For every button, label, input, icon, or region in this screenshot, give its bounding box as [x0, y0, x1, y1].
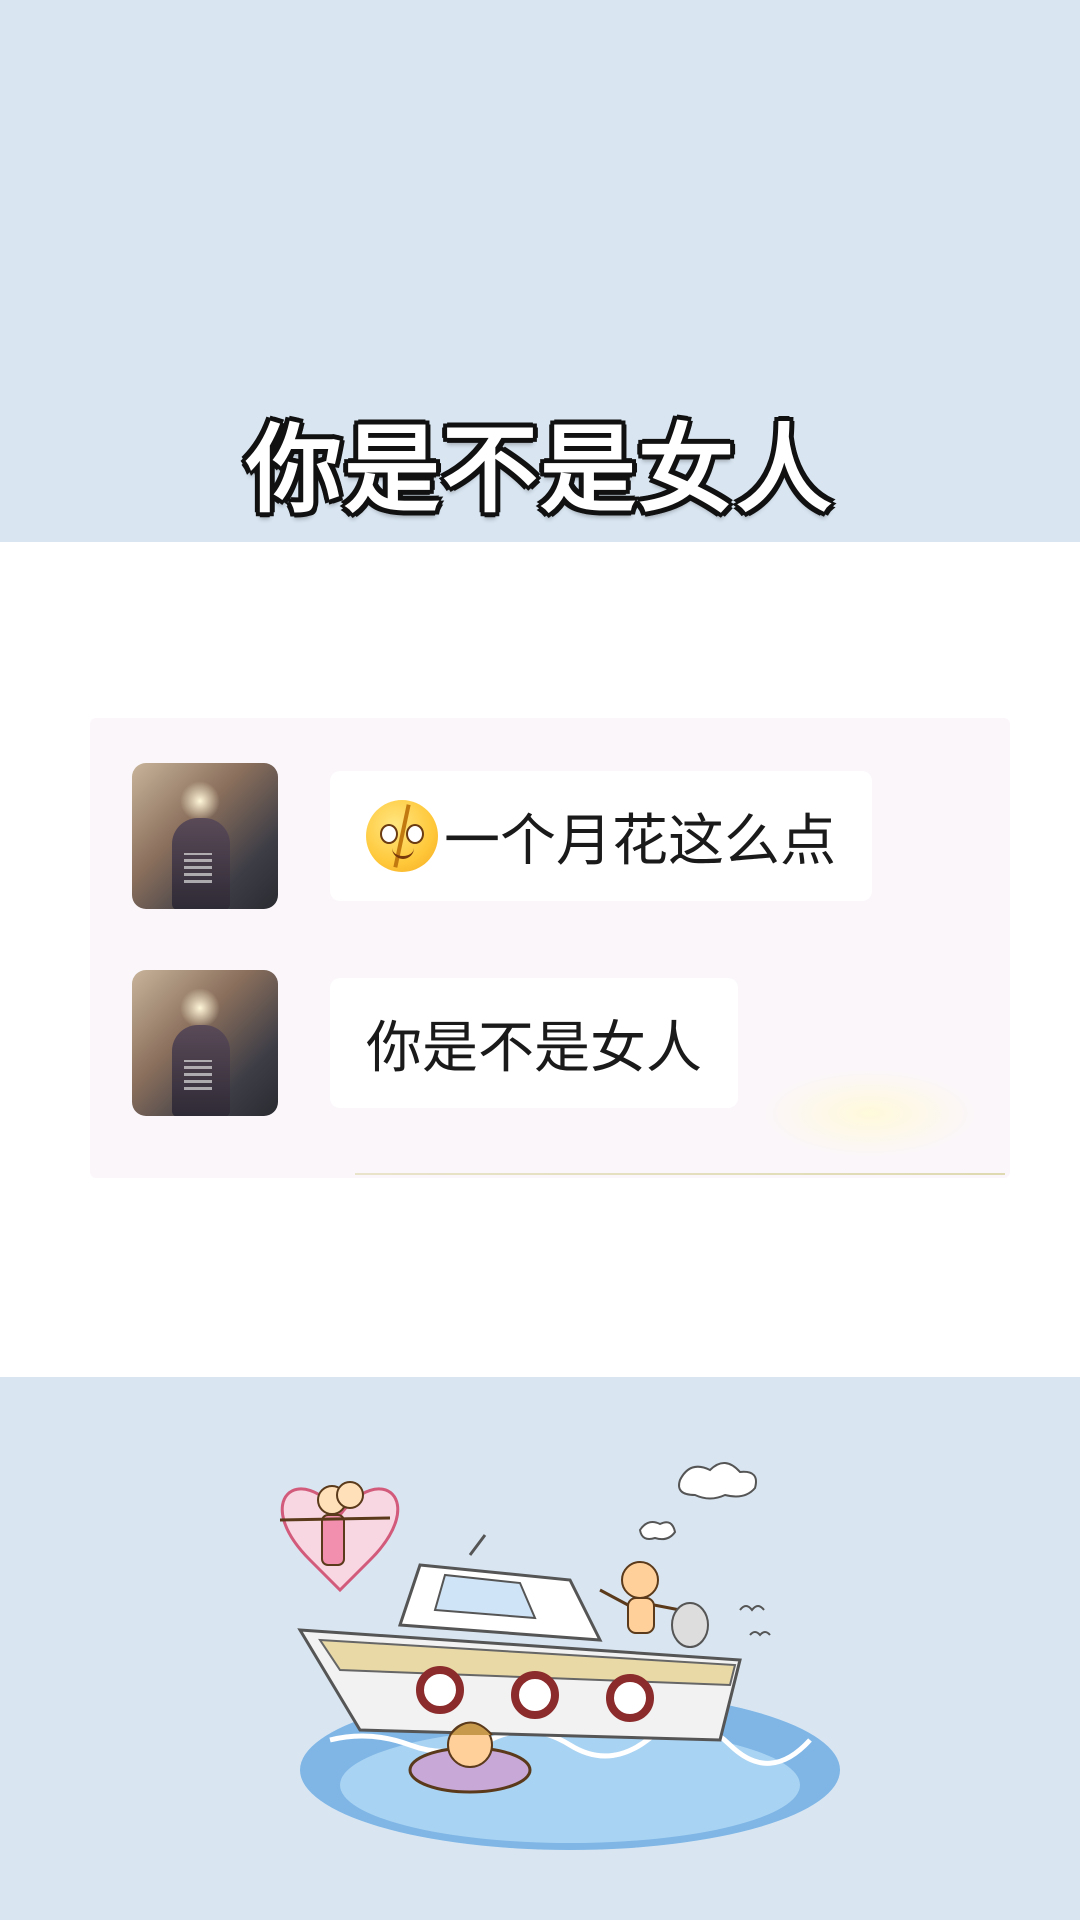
message-bubble[interactable]: 一个月花这么点: [330, 771, 872, 901]
user-avatar[interactable]: [132, 970, 278, 1116]
bird-icon: [739, 1605, 765, 1612]
life-ring-icon: [416, 1666, 464, 1714]
chat-message: 一个月花这么点: [90, 763, 1010, 909]
life-ring-icon: [511, 1671, 559, 1719]
cloud-icon: [638, 1521, 677, 1541]
chat-message: 你是不是女人: [90, 970, 1010, 1116]
message-text: 你是不是女人: [366, 1015, 702, 1081]
life-ring-icon: [606, 1674, 654, 1722]
bird-icon: [749, 1631, 771, 1637]
message-bubble[interactable]: 你是不是女人: [330, 978, 738, 1108]
cloud-icon: [678, 1462, 757, 1500]
boy-figure: [621, 1561, 659, 1599]
user-avatar[interactable]: [132, 763, 278, 909]
cartoon-boat-illustration: [279, 1462, 840, 1850]
chat-screenshot: 一个月花这么点 你是不是女人: [90, 718, 1010, 1178]
video-title: 你是不是女人: [246, 414, 834, 526]
divider: [355, 1173, 1005, 1175]
broken-face-emoji-icon: [366, 800, 438, 872]
message-text: 一个月花这么点: [444, 808, 836, 874]
